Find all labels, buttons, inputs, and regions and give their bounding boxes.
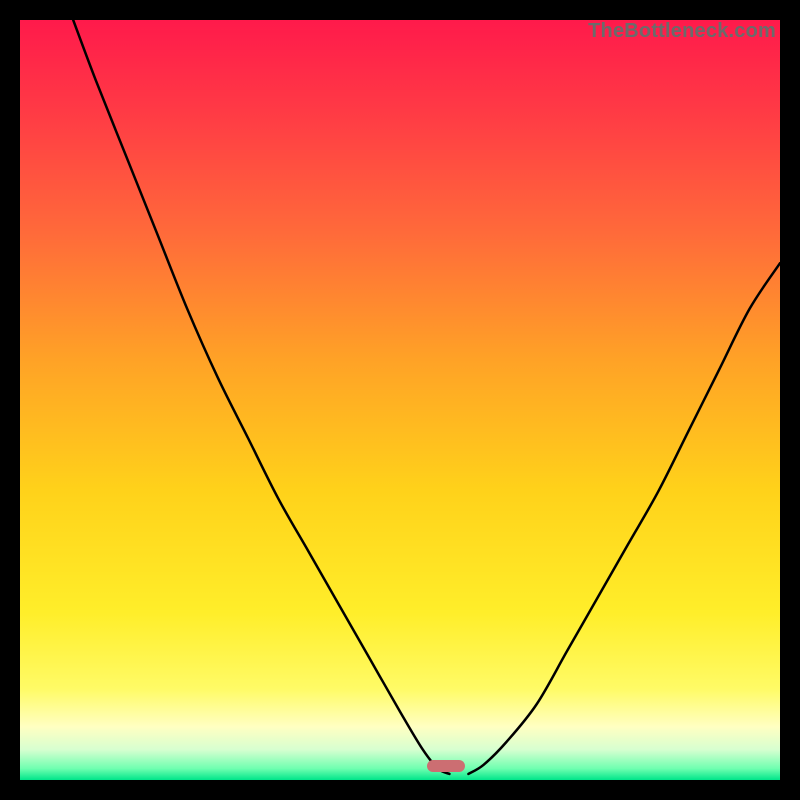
chart-frame: TheBottleneck.com	[0, 0, 800, 800]
watermark-text: TheBottleneck.com	[588, 20, 776, 43]
gradient-background	[20, 20, 780, 780]
plot-area: TheBottleneck.com	[20, 20, 780, 780]
minimum-marker	[427, 760, 465, 772]
